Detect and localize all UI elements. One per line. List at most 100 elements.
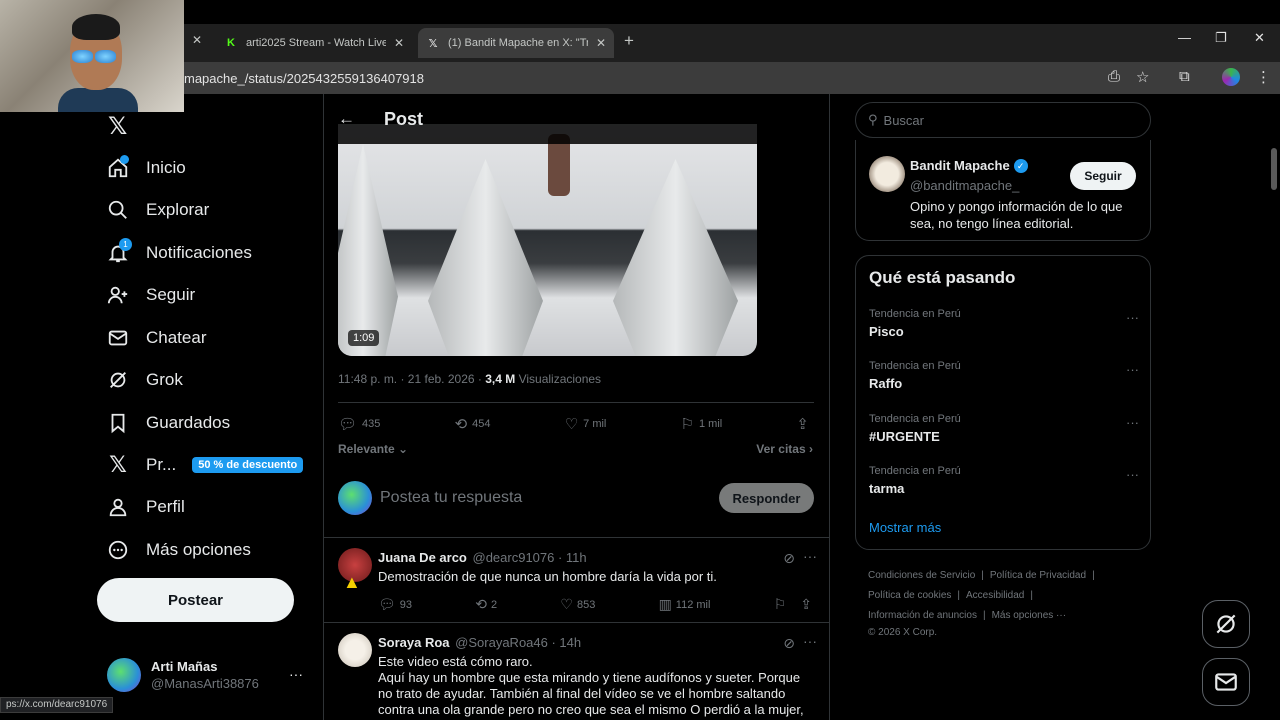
home-icon xyxy=(106,155,130,180)
url-field[interactable]: mapache_/status/2025432559136407918 xyxy=(184,71,424,86)
like-action[interactable]: ♡ 7 mil xyxy=(565,415,607,433)
bookmark-action[interactable]: ⚐ 1 mil xyxy=(681,415,723,433)
reply-action[interactable]: 💬︎ 93 xyxy=(378,596,412,613)
nav-explore[interactable]: Explorar xyxy=(106,194,209,226)
scroll-thumb[interactable] xyxy=(1271,148,1277,190)
profile-name[interactable]: Bandit Mapache ✓ xyxy=(910,158,1028,173)
more-icon[interactable]: ··· xyxy=(803,548,817,564)
kick-icon: K xyxy=(227,37,235,49)
close-window-icon[interactable]: ✕ xyxy=(1254,30,1265,46)
tab-close-icon[interactable]: ✕ xyxy=(192,33,202,47)
more-icon[interactable]: ··· xyxy=(1126,467,1139,482)
tab-close-icon[interactable]: ✕ xyxy=(394,36,404,50)
search-input[interactable]: ⚲ Buscar xyxy=(855,102,1151,138)
back-arrow-icon[interactable]: ← xyxy=(338,109,362,129)
tab-x-post[interactable]: 𝕏 (1) Bandit Mapache en X: "Trág ✕ xyxy=(418,28,615,58)
x-logo-icon[interactable]: 𝕏 xyxy=(108,112,127,141)
repost-action[interactable]: ⟲ 2 xyxy=(475,596,497,613)
nav-label: Pr... xyxy=(146,455,177,474)
footer-link[interactable]: Política de Privacidad xyxy=(990,570,1086,581)
trend-item[interactable]: Tendencia en Perú tarma ··· xyxy=(869,465,1139,496)
browser-menu-icon[interactable]: ⋮ xyxy=(1256,68,1271,86)
share-icon[interactable]: ⇪ xyxy=(800,596,812,613)
nav-notifications[interactable]: 1 Notificaciones xyxy=(106,237,252,269)
grok-fab[interactable] xyxy=(1202,600,1250,648)
tab-close-icon[interactable]: ✕ xyxy=(596,36,606,50)
reply-tweet[interactable]: Juana De arco @dearc91076 · 11h ⊘ ··· De… xyxy=(324,537,829,623)
views-action[interactable]: ▥ 112 mil xyxy=(659,596,711,613)
author-name[interactable]: Soraya Roa xyxy=(378,635,450,650)
nav-label: Más opciones xyxy=(146,540,251,559)
footer-link[interactable]: Información de anuncios xyxy=(868,610,977,621)
trend-item[interactable]: Tendencia en Perú #URGENTE ··· xyxy=(869,413,1139,444)
nav-chat[interactable]: Chatear xyxy=(106,322,206,354)
more-icon[interactable]: ··· xyxy=(1126,310,1139,325)
account-more-icon[interactable]: ··· xyxy=(289,666,303,682)
page-title: Post xyxy=(384,108,424,129)
reply-tweet[interactable]: Soraya Roa @SorayaRoa46 · 14h ⊘ ··· Este… xyxy=(324,622,829,720)
bookmark-icon: ⚐ xyxy=(680,416,694,433)
restore-icon[interactable]: ❐ xyxy=(1215,30,1227,46)
post-column: ← Post 1:09 11:48 p. m. · 21 feb. 2026 ·… xyxy=(323,94,830,720)
tweet-header: Juana De arco @dearc91076 · 11h xyxy=(378,550,587,565)
nav-home[interactable]: Inicio xyxy=(106,152,186,184)
nav-label: Perfil xyxy=(146,497,185,516)
nav-grok[interactable]: Grok xyxy=(106,364,183,396)
tweet-text: Este video está cómo raro. Aquí hay un h… xyxy=(378,654,804,720)
avatar[interactable] xyxy=(338,633,372,667)
view-quotes-link[interactable]: Ver citas › xyxy=(756,442,813,456)
reply-button[interactable]: Responder xyxy=(719,483,814,513)
nav-bookmarks[interactable]: Guardados xyxy=(106,407,230,439)
more-icon[interactable]: ··· xyxy=(1126,362,1139,377)
nav-more[interactable]: Más opciones xyxy=(106,534,251,566)
person-add-icon xyxy=(106,283,130,307)
tab-kick-stream[interactable]: K arti2025 Stream - Watch Live o ✕ xyxy=(224,28,404,58)
more-icon[interactable]: ··· xyxy=(1126,415,1139,430)
trend-item[interactable]: Tendencia en Perú Raffo ··· xyxy=(869,360,1139,391)
reply-composer: Postea tu respuesta Responder xyxy=(338,480,814,516)
grok-icon xyxy=(1216,614,1236,634)
repost-action[interactable]: ⟲ 454 xyxy=(455,415,491,433)
grok-icon[interactable]: ⊘ xyxy=(783,550,795,567)
footer-link[interactable]: Más opciones ··· xyxy=(992,610,1066,621)
install-app-icon[interactable]: ⎙ xyxy=(1108,68,1120,85)
share-action[interactable]: ⇪ xyxy=(796,415,814,433)
reply-action[interactable]: 💬︎ 435 xyxy=(338,415,380,433)
footer-link[interactable]: Accesibilidad xyxy=(966,590,1024,601)
mail-icon xyxy=(1215,673,1237,691)
like-action[interactable]: ♡ 853 xyxy=(560,596,595,613)
show-more-link[interactable]: Mostrar más xyxy=(869,520,941,535)
nav-profile[interactable]: Perfil xyxy=(106,491,185,523)
heart-icon: ♡ xyxy=(560,596,573,612)
chevron-right-icon: › xyxy=(809,442,813,456)
footer-link[interactable]: Condiciones de Servicio xyxy=(868,570,975,581)
nav-premium[interactable]: 𝕏 Pr... 50 % de descuento xyxy=(106,449,304,481)
more-icon[interactable]: ··· xyxy=(803,633,817,649)
video-player[interactable]: 1:09 xyxy=(338,124,757,356)
browser-profile-avatar[interactable] xyxy=(1222,68,1240,86)
page-scrollbar[interactable] xyxy=(1268,98,1280,718)
extensions-icon[interactable]: ⧉ xyxy=(1179,68,1190,85)
minimize-icon[interactable]: — xyxy=(1178,30,1191,45)
nav-follow[interactable]: Seguir xyxy=(106,279,195,311)
reply-input[interactable]: Postea tu respuesta xyxy=(380,489,719,507)
trend-item[interactable]: Tendencia en Perú Pisco ··· xyxy=(869,308,1139,339)
messages-fab[interactable] xyxy=(1202,658,1250,706)
follow-button[interactable]: Seguir xyxy=(1070,162,1136,190)
nav-label: Notificaciones xyxy=(146,243,252,262)
reply-icon: 💬︎ xyxy=(338,416,358,433)
account-switcher[interactable]: Arti Mañas @ManasArti38876 xyxy=(107,658,259,692)
grok-icon[interactable]: ⊘ xyxy=(783,635,795,652)
star-icon[interactable]: ☆ xyxy=(1136,68,1149,86)
bookmark-icon[interactable]: ⚐ xyxy=(774,596,787,613)
footer-link[interactable]: Política de cookies xyxy=(868,590,951,601)
post-timestamp[interactable]: 11:48 p. m. · 21 feb. 2026 · xyxy=(338,372,485,386)
nav-label: Guardados xyxy=(146,413,231,432)
author-name[interactable]: Juana De arco xyxy=(378,550,467,565)
post-button[interactable]: Postear xyxy=(97,578,294,622)
tweet-actions: 💬︎ 93 ⟲ 2 ♡ 853 ▥ 112 mil ⚐ ⇪ xyxy=(378,596,816,613)
avatar[interactable] xyxy=(869,156,905,192)
sort-dropdown[interactable]: Relevante ⌄ xyxy=(338,442,408,456)
profile-bio: Opino y pongo información de lo que sea,… xyxy=(910,199,1123,231)
new-tab-icon[interactable]: + xyxy=(624,31,634,51)
